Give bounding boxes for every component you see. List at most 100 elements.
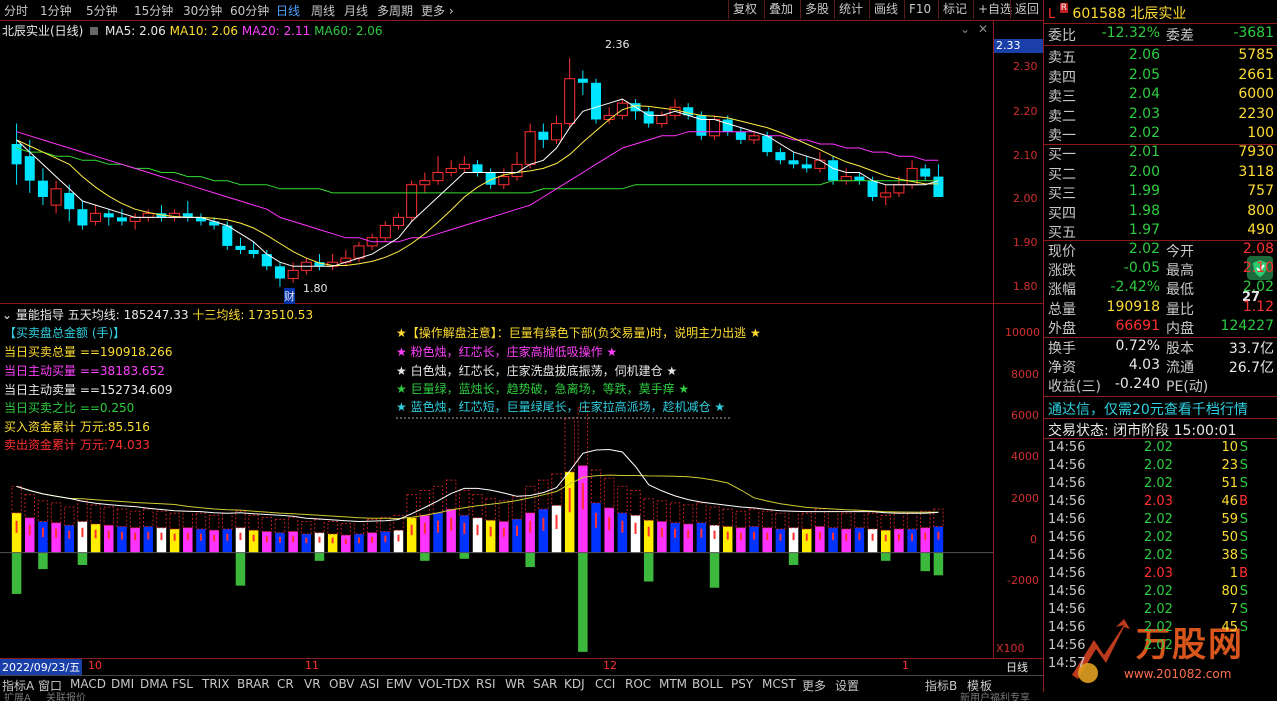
period-weekly[interactable]: 周线 (311, 2, 335, 19)
tick-row: 14:56 2.03 1 B (1048, 566, 1277, 584)
chevron-down-icon[interactable]: ⌄ (960, 22, 970, 36)
tab-wr[interactable]: WR (505, 677, 525, 691)
ext-a[interactable]: 扩展A (4, 692, 31, 701)
sells-row[interactable]: 卖三 2.04 6000 (1048, 86, 1277, 105)
related-quote[interactable]: 关联报价 (46, 692, 86, 701)
buys-row[interactable]: 买一 2.01 7930 (1048, 144, 1277, 163)
sells-row[interactable]: 卖五 2.06 5785 (1048, 47, 1277, 66)
tab-obv[interactable]: OBV (329, 677, 355, 691)
tab-sar[interactable]: SAR (533, 677, 557, 691)
period-5min[interactable]: 5分钟 (86, 2, 118, 19)
candle-down (867, 180, 878, 197)
sells-row[interactable]: 卖二 2.03 2230 (1048, 106, 1277, 125)
vol-axis-6000: 6000 (1011, 409, 1039, 422)
sells-label: 卖一 (1048, 128, 1076, 144)
mark-button[interactable]: 标记 (938, 0, 971, 19)
volume-core (81, 527, 84, 538)
tab-mcst[interactable]: MCST (762, 677, 796, 691)
volume-bar-outline (459, 490, 470, 516)
tab-fsl[interactable]: FSL (172, 677, 193, 691)
stock-name: 北辰实业 (1130, 6, 1187, 22)
tab-asi[interactable]: ASI (360, 677, 379, 691)
candle-up (379, 225, 391, 239)
volume-bar-outline (630, 490, 641, 516)
buys-row[interactable]: 买三 1.99 757 (1048, 183, 1277, 202)
new-user-benefit[interactable]: 新用户福利专享 (960, 692, 1030, 701)
volume-ma5-line (16, 448, 939, 523)
buys-row[interactable]: 买二 2.00 3118 (1048, 164, 1277, 183)
tab-vol-tdx[interactable]: VOL-TDX (418, 677, 470, 691)
tab-cci[interactable]: CCI (595, 677, 615, 691)
ma10-value: MA10: 2.06 (169, 24, 239, 38)
period-fenshi[interactable]: 分时 (4, 2, 28, 19)
note-4: ★ 巨量绿，蓝烛长，趋势破，急离场，等跌，莫手痒 ★ (396, 382, 690, 396)
tab-kdj[interactable]: KDJ (564, 677, 585, 691)
finance-marker[interactable]: 财 (284, 288, 295, 304)
tick-time: 14:56 (1048, 620, 1086, 635)
draw-line-button[interactable]: 画线 (869, 0, 902, 19)
tick-volume: 80 (1221, 584, 1238, 599)
tab-rsi[interactable]: RSI (476, 677, 496, 691)
tick-row: 14:56 2.02 50 S (1048, 530, 1277, 548)
volume-neg-bar (77, 552, 88, 565)
sells-row[interactable]: 卖四 2.05 2661 (1048, 67, 1277, 86)
period-15min[interactable]: 15分钟 (134, 2, 173, 19)
quote-panel: L R 601588 北辰实业 委比 -12.32% 委差 -3681 27 通… (1043, 0, 1277, 692)
quote-value: -2.42% (1110, 279, 1160, 296)
tab-emv[interactable]: EMV (386, 677, 412, 691)
vol-axis-8000: 8000 (1011, 368, 1039, 381)
indicator-name: 量能指导 (15, 308, 64, 322)
tab-dmi[interactable]: DMI (111, 677, 134, 691)
volume-bar-outline (235, 510, 246, 529)
tab-dma[interactable]: DMA (140, 677, 168, 691)
tab-vr[interactable]: VR (304, 677, 321, 691)
start-date: 2022/09/23/五 (0, 659, 83, 675)
stock-header: L R 601588 北辰实业 (1048, 3, 1186, 23)
chart-area[interactable]: 北辰实业(日线) MA5: 2.06 MA10: 2.06 MA20: 2.11… (0, 20, 1044, 658)
quote-value: 66691 (1115, 317, 1160, 334)
volume-bar-outline (775, 512, 786, 530)
period-multi[interactable]: 多周期 (377, 2, 413, 19)
volume-bar-outline (696, 502, 707, 524)
volume-bar-outline (880, 514, 891, 531)
overlay-button[interactable]: 叠加 (764, 0, 797, 19)
period-more[interactable]: 更多 › (421, 2, 454, 19)
buys-volume: 7930 (1238, 144, 1274, 160)
volume-core (94, 529, 97, 539)
period-daily[interactable]: 日线 (276, 2, 300, 19)
tab-roc[interactable]: ROC (625, 677, 651, 691)
sells-volume: 5785 (1238, 47, 1274, 63)
volume-bar-outline (90, 504, 101, 525)
period-monthly[interactable]: 月线 (344, 2, 368, 19)
volume-bar (538, 509, 549, 553)
chevron-down-icon[interactable]: ⌄ (2, 308, 12, 322)
close-icon[interactable]: ✕ (978, 22, 988, 36)
stats-button[interactable]: 统计 (834, 0, 867, 19)
tick-price: 2.02 (1144, 440, 1173, 455)
buys-label: 买五 (1048, 225, 1076, 241)
ad-banner[interactable]: 通达信，仅需20元查看千档行情 (1048, 399, 1248, 419)
candle-up (406, 184, 418, 218)
back-button[interactable]: 返回 (1010, 0, 1043, 19)
candle-down (735, 131, 746, 140)
candle-up (445, 167, 457, 173)
buys-row[interactable]: 买四 1.98 800 (1048, 203, 1277, 222)
tab-cr[interactable]: CR (277, 677, 294, 691)
tab-mtm[interactable]: MTM (659, 677, 687, 691)
candle-down (77, 209, 88, 226)
tab-macd[interactable]: MACD (70, 677, 106, 691)
volume-bar-outline (854, 510, 865, 529)
fuquan-button[interactable]: 复权 (728, 0, 761, 19)
tab-brar[interactable]: BRAR (237, 677, 270, 691)
sells-row[interactable]: 卖一 2.02 100 (1048, 125, 1277, 144)
tab-psy[interactable]: PSY (731, 677, 753, 691)
tab-trix[interactable]: TRIX (202, 677, 229, 691)
period-1min[interactable]: 1分钟 (40, 2, 72, 19)
volume-bar-outline (208, 514, 220, 531)
period-30min[interactable]: 30分钟 (183, 2, 222, 19)
multi-stock-button[interactable]: 多股 (800, 0, 833, 19)
tab-boll[interactable]: BOLL (692, 677, 723, 691)
buys-row[interactable]: 买五 1.97 490 (1048, 222, 1277, 241)
f10-button[interactable]: F10 (904, 0, 935, 19)
period-60min[interactable]: 60分钟 (230, 2, 269, 19)
